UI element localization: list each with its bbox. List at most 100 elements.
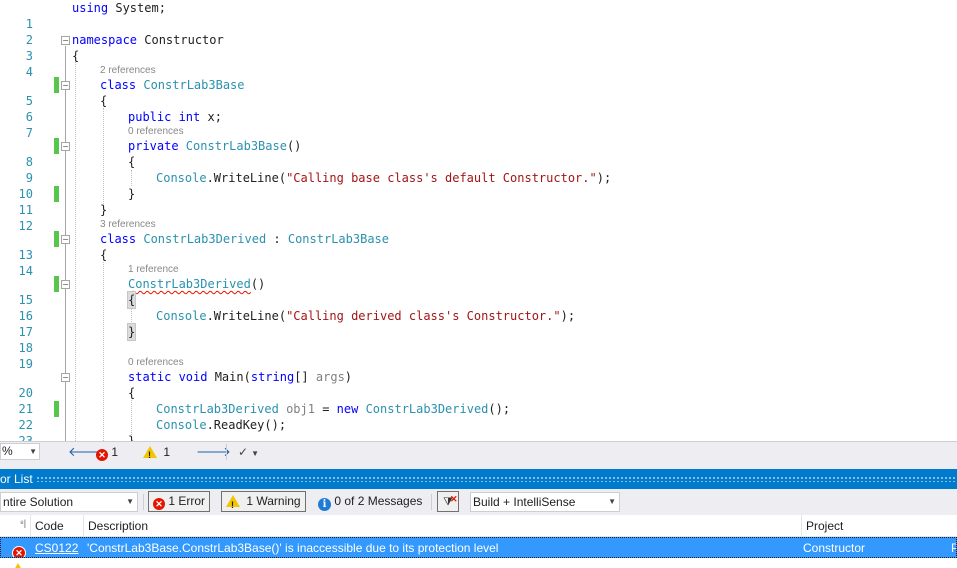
codelens-references[interactable]: 2 references: [100, 64, 156, 77]
error-squiggle-type-name[interactable]: ConstrLab3Derived: [128, 277, 251, 291]
column-header-description[interactable]: Description: [84, 515, 802, 537]
code-line[interactable]: 19: [0, 340, 957, 371]
codelens-references[interactable]: 0 references: [128, 125, 184, 138]
code-text: :: [266, 232, 288, 246]
collapse-icon[interactable]: −: [61, 373, 70, 382]
code-line[interactable]: 4 {: [0, 48, 957, 79]
code-text: {: [128, 155, 136, 169]
messages-filter-button[interactable]: i 0 of 2 Messages: [313, 491, 427, 512]
panel-splitter[interactable]: [0, 461, 957, 469]
zoom-dropdown[interactable]: % ▼: [0, 443, 40, 460]
sort-icon[interactable]: ⁸|: [20, 515, 30, 537]
error-list-title-bar[interactable]: or List: [0, 469, 957, 489]
code-editor[interactable]: 1 using System; 2 3 − namespace Construc…: [0, 0, 957, 441]
error-row[interactable]: ✕ CS0122 'ConstrLab3Base.ConstrLab3Base(…: [0, 537, 957, 558]
error-file: P: [951, 538, 956, 557]
code-text: Main(: [207, 370, 251, 384]
code-line[interactable]: 10 Console.WriteLine("Calling base class…: [0, 170, 957, 201]
code-line[interactable]: 12 }: [0, 202, 957, 233]
code-line[interactable]: 2: [0, 16, 957, 47]
code-line[interactable]: 21 {: [0, 385, 957, 416]
code-text: }: [128, 434, 136, 441]
collapse-icon[interactable]: −: [61, 142, 70, 151]
column-header-project[interactable]: Project: [802, 515, 957, 537]
build-filter-dropdown[interactable]: Build + IntelliSense ▼: [470, 492, 620, 512]
code-line[interactable]: 15 − ConstrLab3Derived(): [0, 276, 957, 307]
code-text: );: [596, 171, 612, 185]
codelens-references[interactable]: 1 reference: [128, 263, 179, 276]
code-line[interactable]: 1 using System;: [0, 0, 957, 31]
title-grip: [36, 476, 955, 482]
messages-filter-label: 0 of 2 Messages: [334, 494, 423, 508]
change-marker: [54, 231, 59, 247]
zoom-level: %: [2, 444, 13, 458]
code-line[interactable]: 18 }: [0, 323, 957, 355]
collapse-icon[interactable]: −: [61, 235, 70, 244]
code-line[interactable]: 23 Console.ReadKey();: [0, 417, 957, 441]
parameter-name: args: [315, 370, 345, 384]
collapse-icon[interactable]: −: [61, 280, 70, 289]
code-line[interactable]: 7 public int x;: [0, 109, 957, 140]
keyword: class: [100, 232, 137, 246]
type-name: Console: [156, 309, 207, 323]
chevron-down-icon: ▼: [608, 497, 616, 506]
code-text: {: [100, 248, 108, 262]
collapse-icon[interactable]: −: [61, 81, 70, 90]
keyword: class: [100, 78, 137, 92]
error-list-title: or List: [0, 472, 33, 486]
error-icon: ✕: [12, 546, 26, 557]
code-line[interactable]: 22 ConstrLab3Derived obj1 = new ConstrLa…: [0, 401, 957, 432]
type-name: ConstrLab3Derived: [156, 402, 279, 416]
warning-icon: [143, 446, 157, 463]
scope-dropdown[interactable]: ntire Solution ▼: [0, 492, 138, 512]
code-text: {: [128, 386, 136, 400]
warning-count: 1: [163, 445, 171, 459]
warnings-filter-button[interactable]: 1 Warning: [221, 491, 306, 515]
info-icon: i: [318, 498, 331, 511]
errors-filter-label: 1 Error: [168, 494, 206, 508]
type-name: Console: [156, 418, 207, 432]
keyword: static void: [128, 370, 208, 384]
errors-filter-button[interactable]: ✕ 1 Error: [148, 491, 211, 512]
code-text: {: [100, 94, 108, 108]
filter-clear-icon[interactable]: ⧩ ✕: [437, 491, 459, 512]
codelens-references[interactable]: 3 references: [100, 218, 156, 231]
error-code-link[interactable]: CS0122: [35, 538, 78, 557]
code-line[interactable]: 5 − class ConstrLab3Base: [0, 77, 957, 108]
error-list-header: ⁸| Code Description Project: [0, 515, 957, 537]
type-name: ConstrLab3Base: [287, 232, 390, 246]
code-line[interactable]: 20 − static void Main(string[] args): [0, 369, 957, 400]
code-line[interactable]: 17 Console.WriteLine("Calling derived cl…: [0, 308, 957, 339]
code-line[interactable]: 11 }: [0, 186, 957, 217]
warning-count-indicator[interactable]: 1: [143, 444, 171, 463]
code-line[interactable]: 16 {: [0, 291, 957, 323]
keyword: public int: [128, 110, 201, 124]
code-text: .WriteLine(: [206, 171, 287, 185]
code-line[interactable]: 14 {: [0, 247, 957, 278]
keyword: new: [336, 402, 359, 416]
type-name: ConstrLab3Derived: [358, 402, 489, 416]
variable-name: obj1: [286, 402, 315, 416]
code-line[interactable]: 13 − class ConstrLab3Derived : ConstrLab…: [0, 231, 957, 262]
error-count-indicator[interactable]: ✕ 1: [96, 444, 119, 461]
code-text: (): [250, 277, 266, 291]
column-label: Code: [35, 519, 64, 533]
error-list-toolbar: ntire Solution ▼ ✕ 1 Error 1 Warning i 0…: [0, 489, 957, 515]
code-line[interactable]: 3 − namespace Constructor: [0, 32, 957, 63]
error-row[interactable]: [0, 558, 957, 568]
codelens-references[interactable]: 0 references: [128, 356, 184, 369]
collapse-icon[interactable]: −: [61, 36, 70, 45]
keyword: using: [72, 1, 109, 15]
code-line[interactable]: 9 {: [0, 154, 957, 185]
broom-icon[interactable]: ✓ ▼: [238, 444, 259, 460]
code-line[interactable]: 6 {: [0, 93, 957, 124]
code-line[interactable]: 8 − private ConstrLab3Base(): [0, 138, 957, 169]
warning-icon: [226, 495, 240, 515]
code-line[interactable]: 24 }: [0, 433, 957, 441]
column-label: Description: [88, 519, 149, 533]
error-icon: ✕: [96, 449, 108, 461]
column-header-code[interactable]: Code: [30, 515, 84, 537]
error-count: 1: [111, 445, 119, 459]
column-label: Project: [806, 519, 844, 533]
